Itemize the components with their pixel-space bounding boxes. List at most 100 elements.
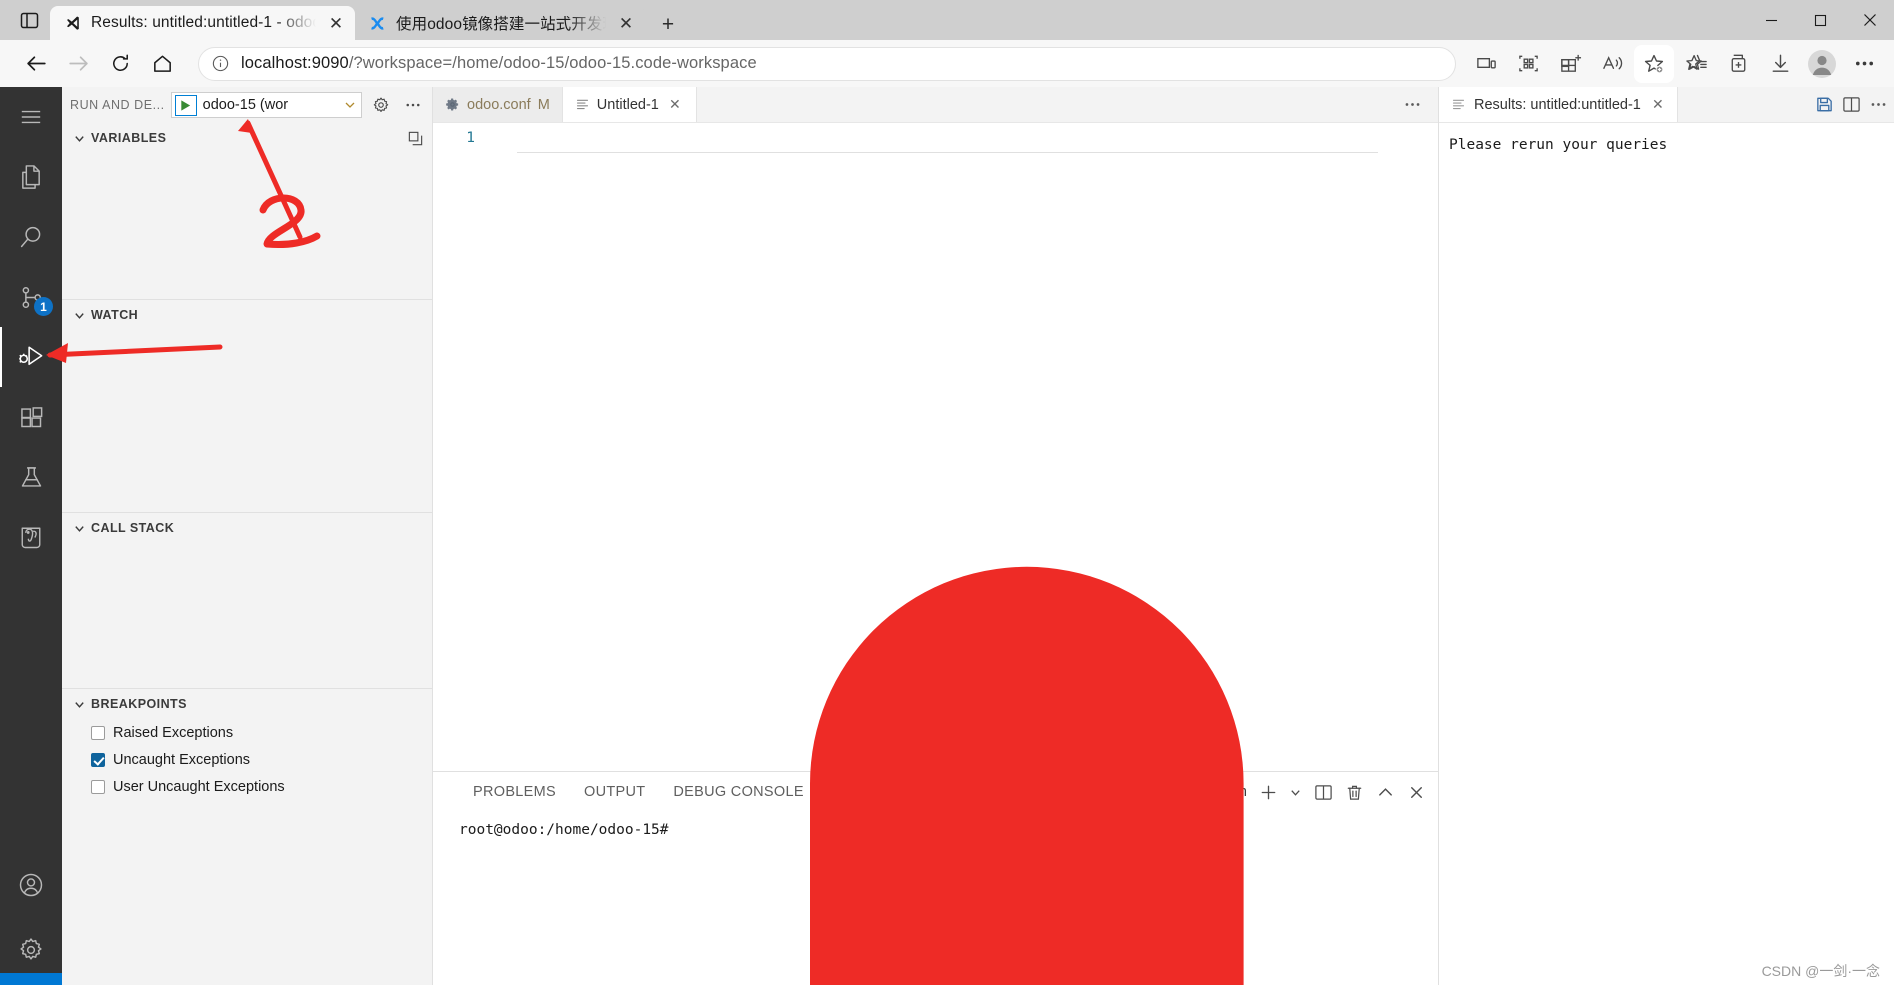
breakpoint-row[interactable]: Raised Exceptions [62,719,432,746]
browser-tab-title: 使用odoo镜像搭建一站式开发环 [396,16,606,33]
minimize-button[interactable] [1747,0,1796,40]
status-bar-remote-indicator[interactable] [0,973,62,985]
watch-pane: WATCH [62,299,432,512]
address-bar[interactable]: localhost:9090/?workspace=/home/odoo-15/… [198,46,1456,81]
watch-pane-body [62,330,432,512]
extensions-icon[interactable] [0,387,62,447]
chevron-down-icon [71,309,87,322]
code-editor[interactable]: 1 [433,123,1438,771]
favorites-icon[interactable] [1676,45,1716,83]
new-terminal-icon[interactable] [1254,778,1282,806]
tab-problems[interactable]: PROBLEMS [459,772,570,812]
editor-content[interactable] [495,123,1438,771]
forward-arrow-icon[interactable] [58,45,98,83]
menu-icon[interactable] [0,87,62,147]
maximize-panel-icon[interactable] [1371,778,1399,806]
results-tabs: Results: untitled:untitled-1 ✕ [1439,87,1894,123]
call-stack-pane-header[interactable]: CALL STACK [62,513,432,543]
info-circle-icon[interactable] [211,54,230,73]
close-panel-icon[interactable] [1402,778,1430,806]
close-icon[interactable]: ✕ [666,96,684,113]
cast-icon[interactable] [1466,45,1506,83]
downloads-icon[interactable] [1760,45,1800,83]
qr-code-icon[interactable] [1508,45,1548,83]
close-icon[interactable]: ✕ [1649,96,1667,113]
browser-tab-2[interactable]: 使用odoo镜像搭建一站式开发环 ✕ [355,6,645,40]
text-file-icon [575,97,590,112]
start-debugging-button[interactable] [174,94,197,116]
split-terminal-icon[interactable] [1309,778,1337,806]
postgresql-icon[interactable] [0,507,62,567]
tab-actions-icon[interactable] [8,0,50,40]
checkbox-icon[interactable] [91,725,105,740]
close-icon[interactable]: ✕ [325,12,347,34]
panel-actions: bash [922,778,1438,806]
save-icon[interactable] [1815,95,1834,114]
browser-tabstrip: Results: untitled:untitled-1 - odoo ✕ 使用… [0,0,1894,40]
breakpoints-pane-header[interactable]: BREAKPOINTS [62,689,432,719]
maximize-button[interactable] [1796,0,1845,40]
source-control-icon[interactable]: 1 [0,267,62,327]
terminal-output[interactable]: root@odoo:/home/odoo-15# [433,812,1438,985]
tab-output[interactable]: OUTPUT [570,772,659,812]
collapse-all-icon[interactable] [407,130,424,147]
checkbox-icon[interactable] [91,752,105,767]
editor-tabs: odoo.conf M Untitled-1 ✕ [433,87,1438,123]
home-icon[interactable] [142,45,182,83]
launch-configuration-select[interactable]: odoo-15 (wor [170,92,362,118]
read-aloud-icon[interactable] [1592,45,1632,83]
new-tab-button[interactable]: + [651,10,685,40]
terminal-dropdown-icon[interactable] [1285,778,1306,806]
url-path: /?workspace=/home/odoo-15/odoo-15.code-w… [348,54,757,72]
watch-pane-header[interactable]: WATCH [62,300,432,330]
reload-icon[interactable] [100,45,140,83]
add-favorite-icon[interactable] [1634,44,1674,83]
line-number-gutter: 1 [433,123,495,771]
settings-more-icon[interactable] [1844,45,1884,83]
split-screen-icon[interactable] [1550,45,1590,83]
call-stack-pane-body [62,543,432,688]
close-window-button[interactable] [1845,0,1894,40]
browser-tab-1[interactable]: Results: untitled:untitled-1 - odoo ✕ [50,6,355,40]
variables-pane-header[interactable]: VARIABLES [62,123,432,153]
gear-file-icon [445,97,460,112]
checkbox-icon[interactable] [91,779,105,794]
run-and-debug-icon[interactable] [0,327,62,387]
search-icon[interactable] [0,207,62,267]
pane-title: CALL STACK [91,521,175,535]
testing-icon[interactable] [0,447,62,507]
source-control-badge: 1 [34,297,53,316]
explorer-icon[interactable] [0,147,62,207]
terminal-shell-selector[interactable]: bash [1191,778,1251,806]
chevron-down-icon[interactable] [343,98,357,112]
close-icon[interactable]: ✕ [615,12,637,34]
collections-icon[interactable] [1718,45,1758,83]
url-host: localhost:9090 [241,54,349,72]
profile-icon[interactable] [1802,45,1842,83]
editor-tab-untitled-1[interactable]: Untitled-1 ✕ [562,87,697,122]
editor-tab-odoo-conf[interactable]: odoo.conf M [433,87,563,122]
terminal-line: root@odoo:/home/odoo-15# [459,822,669,838]
breakpoint-label: User Uncaught Exceptions [113,778,285,795]
tab-terminal[interactable]: TERMINAL [818,772,922,812]
breakpoint-row[interactable]: User Uncaught Exceptions [62,773,432,800]
results-more-actions-icon[interactable] [1869,95,1888,114]
results-tab[interactable]: Results: untitled:untitled-1 ✕ [1439,87,1678,122]
kill-terminal-icon[interactable] [1340,778,1368,806]
address-bar-url: localhost:9090/?workspace=/home/odoo-15/… [241,54,757,73]
sidebar-more-actions-icon[interactable] [400,92,426,118]
editor-more-actions-icon[interactable] [1403,95,1422,114]
tab-debug-console[interactable]: DEBUG CONSOLE [659,772,817,812]
variables-pane: VARIABLES [62,123,432,299]
pane-title: VARIABLES [91,131,167,145]
back-arrow-icon[interactable] [16,45,56,83]
terminal-shell-name: bash [1215,784,1247,800]
vscode-workbench: 1 RUN AND DE... odoo-15 (wor VARIABLES W… [0,87,1894,985]
breakpoint-row[interactable]: Uncaught Exceptions [62,746,432,773]
accounts-icon[interactable] [0,855,62,915]
open-launch-json-gear-icon[interactable] [368,92,394,118]
split-editor-icon[interactable] [1842,95,1861,114]
watermark: CSDN @一剑·一念 [1761,963,1880,979]
breakpoint-label: Uncaught Exceptions [113,751,251,768]
browser-toolbar: localhost:9090/?workspace=/home/odoo-15/… [0,40,1894,87]
